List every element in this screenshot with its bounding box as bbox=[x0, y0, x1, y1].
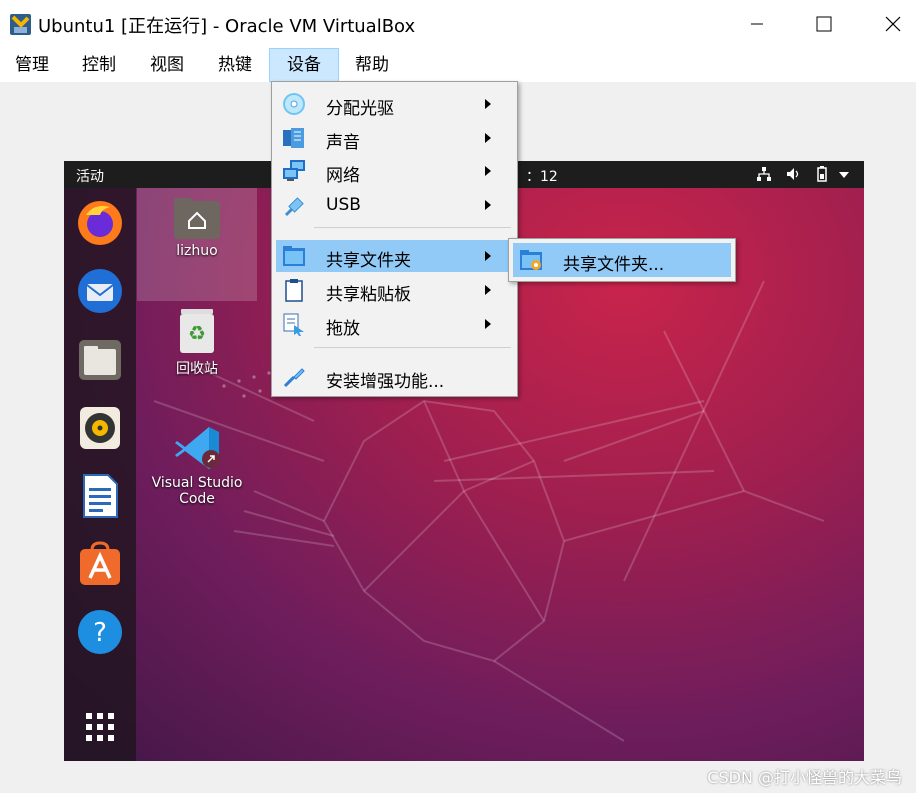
csdn-watermark: CSDN @打小怪兽的大菜鸟 bbox=[707, 768, 902, 787]
submenu-arrow-icon bbox=[485, 251, 491, 261]
desktop-icon-label-line1: Visual Studio bbox=[151, 475, 243, 491]
desktop-icon-label: lizhuo bbox=[176, 243, 218, 259]
desktop-icon-label-line2: Code bbox=[179, 491, 215, 507]
shared-folder-icon bbox=[283, 246, 305, 266]
guest-additions-icon bbox=[283, 368, 305, 388]
svg-text:?: ? bbox=[93, 618, 107, 648]
menu-item-optical-drives[interactable]: 分配光驱 bbox=[276, 88, 513, 120]
drag-drop-icon bbox=[283, 313, 304, 336]
libreoffice-writer-icon[interactable] bbox=[76, 472, 124, 520]
menu-separator bbox=[314, 347, 511, 348]
shared-folder-settings-icon bbox=[520, 250, 542, 270]
menu-item-network[interactable]: 网络 bbox=[276, 155, 513, 187]
menu-separator bbox=[314, 227, 511, 228]
clock[interactable]: ：12 bbox=[526, 166, 558, 186]
menu-item-label: 分配光驱 bbox=[326, 99, 394, 119]
submenu-arrow-icon bbox=[485, 319, 491, 329]
menu-help[interactable]: 帮助 bbox=[340, 48, 404, 82]
menu-item-label: 共享文件夹... bbox=[563, 255, 665, 275]
menu-item-label: 拖放 bbox=[326, 319, 360, 339]
menu-devices[interactable]: 设备 bbox=[269, 48, 339, 82]
help-icon[interactable]: ? bbox=[76, 608, 124, 656]
ubuntu-dock: ? bbox=[64, 188, 136, 761]
minimize-icon bbox=[751, 23, 763, 25]
volume-icon[interactable] bbox=[785, 166, 801, 182]
menu-item-label: 网络 bbox=[326, 166, 360, 186]
shared-folders-submenu: 共享文件夹... bbox=[508, 238, 736, 282]
vbox-menubar: 管理 控制 视图 热键 设备 帮助 bbox=[0, 48, 916, 82]
home-folder-icon bbox=[174, 198, 220, 239]
menu-item-label: USB bbox=[326, 195, 361, 215]
menu-control[interactable]: 控制 bbox=[66, 48, 132, 82]
minimize-button[interactable] bbox=[734, 0, 780, 48]
menu-item-install-guest-additions[interactable]: 安装增强功能... bbox=[276, 361, 513, 393]
menu-item-shared-folders[interactable]: 共享文件夹 bbox=[276, 240, 513, 272]
devices-menu: 分配光驱 声音 网络 USB 共享文件夹 共享粘贴板 拖放 安装增强功能... bbox=[271, 81, 518, 397]
thunderbird-icon[interactable] bbox=[76, 267, 124, 315]
audio-icon bbox=[283, 128, 304, 148]
menu-item-usb[interactable]: USB bbox=[276, 189, 513, 221]
firefox-icon[interactable] bbox=[76, 199, 124, 247]
rhythmbox-icon[interactable] bbox=[76, 404, 124, 452]
menu-item-label: 声音 bbox=[326, 133, 360, 153]
desktop-icon-home[interactable]: lizhuo bbox=[137, 188, 257, 301]
menu-item-label: 共享文件夹 bbox=[326, 251, 411, 271]
files-icon[interactable] bbox=[76, 336, 124, 384]
optical-disc-icon bbox=[283, 93, 305, 115]
maximize-button[interactable] bbox=[801, 0, 847, 48]
submenu-arrow-icon bbox=[485, 99, 491, 109]
menu-item-label: 共享粘贴板 bbox=[326, 285, 411, 305]
system-menu-arrow-icon[interactable] bbox=[839, 172, 849, 178]
submenu-arrow-icon bbox=[485, 166, 491, 176]
network-icon bbox=[283, 160, 305, 181]
menu-manage[interactable]: 管理 bbox=[0, 48, 64, 82]
menu-item-drag-and-drop[interactable]: 拖放 bbox=[276, 308, 513, 340]
submenu-arrow-icon bbox=[485, 200, 491, 210]
menu-item-shared-clipboard[interactable]: 共享粘贴板 bbox=[276, 274, 513, 306]
network-wired-icon[interactable] bbox=[756, 166, 772, 182]
show-applications-icon[interactable] bbox=[76, 703, 124, 751]
submenu-arrow-icon bbox=[485, 285, 491, 295]
desktop-icon-label: 回收站 bbox=[176, 361, 218, 377]
svg-text:♻: ♻ bbox=[188, 321, 206, 345]
maximize-icon bbox=[816, 16, 832, 32]
virtualbox-app-icon bbox=[9, 13, 32, 36]
close-button[interactable] bbox=[870, 0, 916, 48]
battery-icon[interactable] bbox=[815, 165, 829, 183]
window-title-bar[interactable]: Ubuntu1 [正在运行] - Oracle VM VirtualBox bbox=[0, 0, 916, 48]
menu-item-shared-folder-settings[interactable]: 共享文件夹... bbox=[513, 243, 731, 277]
ubuntu-software-icon[interactable] bbox=[76, 540, 124, 588]
trash-icon: ♻ bbox=[180, 309, 214, 353]
desktop-icon-vscode[interactable]: Visual Studio Code bbox=[137, 425, 257, 507]
menu-hotkeys[interactable]: 热键 bbox=[202, 48, 268, 82]
activities-button[interactable]: 活动 bbox=[76, 166, 104, 186]
window-title: Ubuntu1 [正在运行] - Oracle VM VirtualBox bbox=[38, 16, 416, 37]
desktop-icon-trash[interactable]: ♻ 回收站 bbox=[137, 308, 257, 378]
menu-item-audio[interactable]: 声音 bbox=[276, 122, 513, 154]
close-icon bbox=[885, 16, 901, 32]
menu-item-label: 安装增强功能... bbox=[326, 372, 445, 392]
usb-icon bbox=[284, 197, 304, 217]
submenu-arrow-icon bbox=[485, 133, 491, 143]
clipboard-icon bbox=[285, 279, 303, 302]
vscode-icon bbox=[175, 427, 220, 469]
menu-view[interactable]: 视图 bbox=[134, 48, 200, 82]
